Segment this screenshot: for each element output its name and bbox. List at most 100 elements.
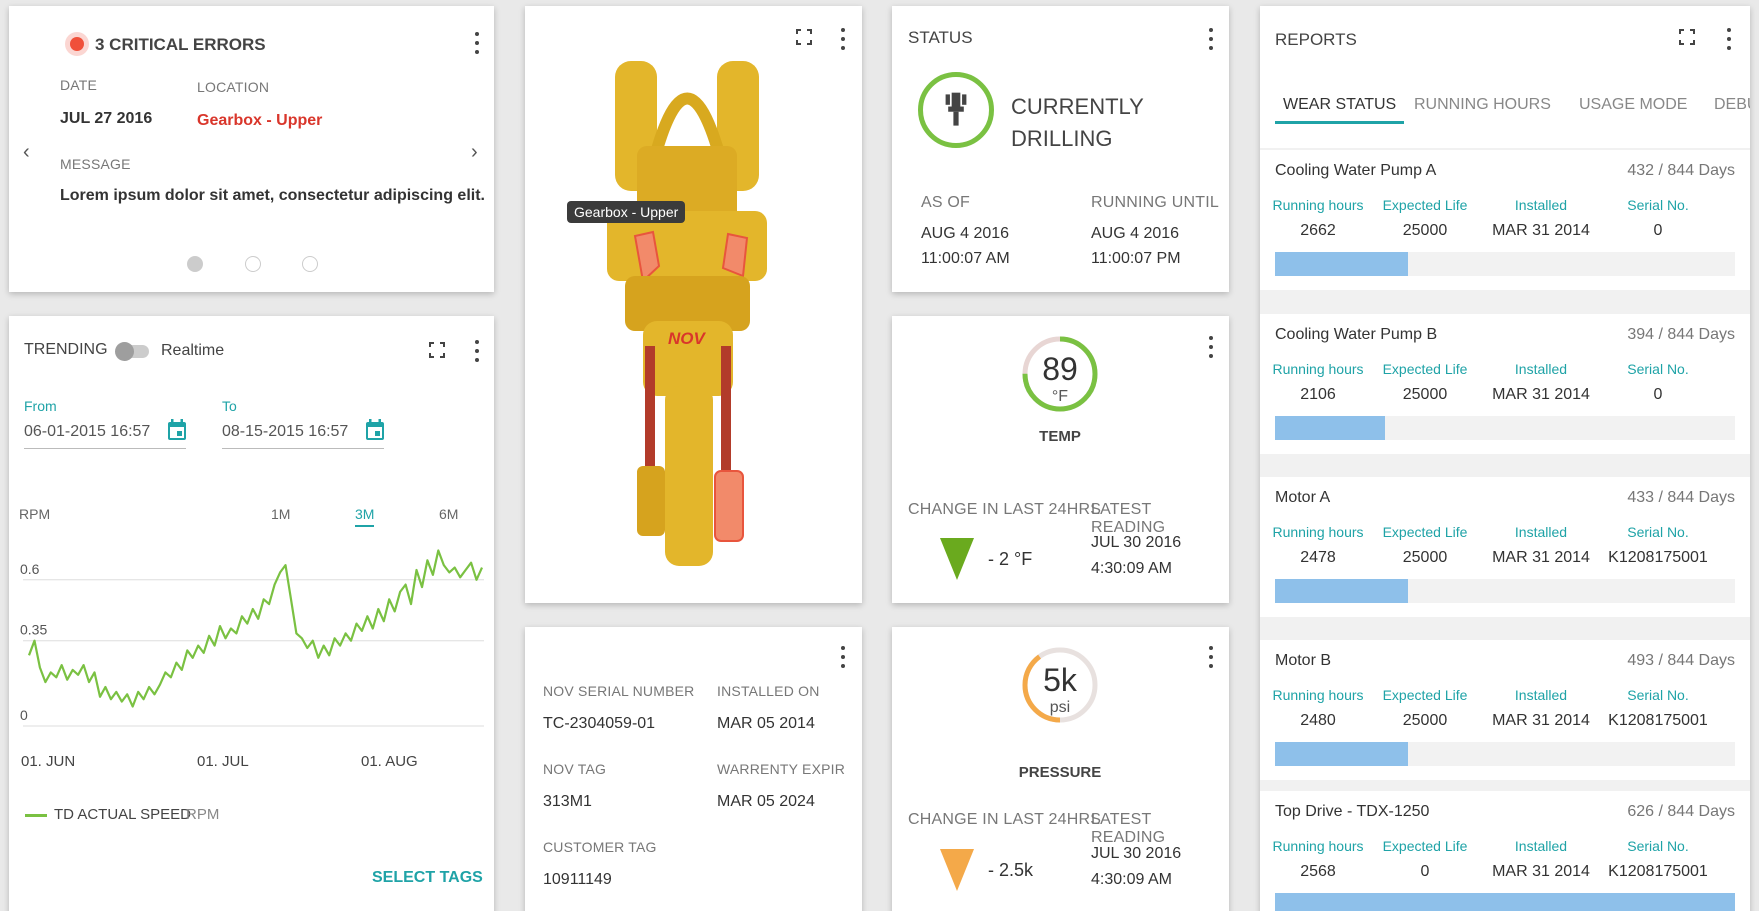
wear-progress-fill bbox=[1275, 742, 1409, 766]
errors-menu-icon[interactable] bbox=[474, 32, 480, 54]
report-column-header: Expected Life bbox=[1382, 361, 1468, 377]
report-column-value: K1208175001 bbox=[1608, 712, 1708, 729]
from-date-input[interactable]: 06-01-2015 16:57 bbox=[24, 419, 186, 449]
report-column-header: Expected Life bbox=[1382, 687, 1468, 703]
temp-latest-time: 4:30:09 AM bbox=[1091, 560, 1172, 577]
reports-menu-icon[interactable] bbox=[1726, 28, 1732, 50]
down-triangle-icon bbox=[940, 849, 974, 891]
report-column-header: Running hours bbox=[1272, 361, 1364, 377]
location-value[interactable]: Gearbox - Upper bbox=[197, 112, 322, 130]
pressure-card: 5k psi PRESSURE CHANGE IN LAST 24HRS LAT… bbox=[892, 627, 1229, 911]
report-column-value: 25000 bbox=[1402, 712, 1448, 729]
trending-title: TRENDING bbox=[24, 341, 108, 358]
component-callout[interactable]: Gearbox - Upper bbox=[567, 201, 686, 223]
wear-progress-track bbox=[1275, 416, 1735, 440]
from-date-value: 06-01-2015 16:57 bbox=[24, 423, 151, 440]
report-item[interactable]: Motor A 433 / 844 Days Running hours 2478 Ex… bbox=[1260, 477, 1750, 617]
temp-menu-icon[interactable] bbox=[1208, 336, 1214, 358]
report-column-value: 0 bbox=[1653, 386, 1663, 403]
range-1m[interactable]: 1M bbox=[271, 506, 290, 522]
report-column-value: MAR 31 2014 bbox=[1492, 386, 1590, 403]
report-column-value: 2662 bbox=[1300, 222, 1336, 239]
report-column-header: Installed bbox=[1514, 197, 1568, 213]
status-title: STATUS bbox=[908, 28, 973, 47]
wear-progress-track bbox=[1275, 579, 1735, 603]
pressure-latest-time: 4:30:09 AM bbox=[1091, 871, 1172, 888]
pressure-menu-icon[interactable] bbox=[1208, 646, 1214, 668]
report-item[interactable]: Top Drive - TDX-1250 626 / 844 Days Runnin… bbox=[1260, 791, 1750, 911]
pager-dot-1[interactable] bbox=[187, 256, 203, 272]
to-date-value: 08-15-2015 16:57 bbox=[222, 423, 349, 440]
customer-tag-value: 10911149 bbox=[543, 871, 612, 888]
report-column-value: 0 bbox=[1653, 222, 1663, 239]
tab-usage-mode[interactable]: USAGE MODE bbox=[1579, 96, 1687, 114]
x-tick-label: 01. AUG bbox=[361, 753, 418, 770]
report-column-value: 0 bbox=[1420, 863, 1430, 880]
report-item-name: Cooling Water Pump A bbox=[1275, 162, 1437, 179]
report-column-header: Running hours bbox=[1272, 687, 1364, 703]
equipment-details-card: NOV SERIAL NUMBER TC-2304059-01 INSTALLE… bbox=[525, 627, 862, 911]
report-column-value: 2480 bbox=[1300, 712, 1336, 729]
report-column-header: Serial No. bbox=[1627, 197, 1689, 213]
temp-latest-label: LATEST READING bbox=[1091, 501, 1166, 536]
wear-progress-fill bbox=[1275, 579, 1409, 603]
pressure-label: PRESSURE bbox=[1018, 764, 1102, 781]
tab-debug[interactable]: DEBUG bbox=[1714, 96, 1750, 114]
report-item[interactable]: Cooling Water Pump A 432 / 844 Days Runnin… bbox=[1260, 150, 1750, 290]
report-item[interactable]: Cooling Water Pump B 394 / 844 Days Runnin… bbox=[1260, 314, 1750, 454]
select-tags-button[interactable]: SELECT TAGS bbox=[372, 869, 483, 887]
as-of-date: AUG 4 2016 bbox=[921, 225, 1010, 242]
expand-icon[interactable] bbox=[429, 342, 445, 358]
report-item[interactable]: Motor B 493 / 844 Days Running hours 2480 Ex… bbox=[1260, 640, 1750, 780]
series-line bbox=[27, 549, 484, 708]
report-column-value: K1208175001 bbox=[1608, 863, 1708, 880]
report-item-name: Cooling Water Pump B bbox=[1275, 326, 1438, 343]
running-until-time: 11:00:07 PM bbox=[1091, 250, 1181, 267]
calendar-icon[interactable] bbox=[365, 419, 385, 441]
installed-value: MAR 05 2014 bbox=[717, 715, 815, 732]
pressure-change-value: - 2.5k bbox=[988, 860, 1034, 880]
tab-running-hours[interactable]: RUNNING HOURS bbox=[1414, 96, 1551, 114]
report-column-value: 2478 bbox=[1300, 549, 1336, 566]
report-column-header: Expected Life bbox=[1382, 838, 1468, 854]
report-column-header: Serial No. bbox=[1627, 838, 1689, 854]
expand-icon[interactable] bbox=[1679, 29, 1695, 45]
from-label: From bbox=[24, 398, 57, 414]
to-date-input[interactable]: 08-15-2015 16:57 bbox=[222, 419, 384, 449]
errors-title: 3 CRITICAL ERRORS bbox=[95, 35, 266, 54]
range-6m[interactable]: 6M bbox=[439, 506, 458, 522]
wear-progress-fill bbox=[1275, 893, 1735, 911]
customer-tag-label: CUSTOMER TAG bbox=[543, 839, 657, 855]
report-item-name: Top Drive - TDX-1250 bbox=[1275, 803, 1430, 820]
details-menu-icon[interactable] bbox=[840, 646, 846, 668]
temp-latest-date: JUL 30 2016 bbox=[1091, 534, 1182, 551]
status-card: STATUS CURRENTLY DRILLING AS OF AUG 4 20… bbox=[892, 6, 1229, 292]
top-drive-image[interactable] bbox=[525, 6, 862, 603]
chevron-left-icon[interactable]: ‹ bbox=[23, 141, 30, 164]
y-axis-label: RPM bbox=[19, 506, 51, 522]
pager-dot-2[interactable] bbox=[245, 256, 261, 272]
calendar-icon[interactable] bbox=[167, 419, 187, 441]
warranty-label: WARRENTY EXPIR bbox=[717, 761, 846, 777]
status-line-1: CURRENTLY bbox=[1011, 94, 1144, 119]
realtime-label: Realtime bbox=[161, 342, 225, 359]
message-value: Lorem ipsum dolor sit amet, consectetur … bbox=[60, 187, 485, 204]
report-column-value: 2568 bbox=[1300, 863, 1336, 880]
status-menu-icon[interactable] bbox=[1208, 28, 1214, 50]
trend-chart: 0 0.35 0.6 01. JUN 01. JUL 01. AUG bbox=[20, 549, 484, 770]
pager-dot-3[interactable] bbox=[302, 256, 318, 272]
report-item-days: 626 / 844 Days bbox=[1627, 803, 1735, 820]
temp-value: 89 bbox=[1042, 351, 1078, 387]
report-column-header: Expected Life bbox=[1382, 197, 1468, 213]
temp-change-value: - 2 °F bbox=[988, 549, 1033, 569]
temp-label: TEMP bbox=[1039, 428, 1081, 445]
realtime-toggle[interactable] bbox=[115, 342, 151, 361]
brand-logo: NOV bbox=[668, 329, 705, 348]
pressure-latest-label: LATEST READING bbox=[1091, 811, 1166, 846]
tab-wear-status[interactable]: WEAR STATUS bbox=[1274, 96, 1405, 124]
pressure-change-label: CHANGE IN LAST 24HRS bbox=[908, 811, 1102, 828]
chevron-right-icon[interactable]: › bbox=[471, 141, 478, 164]
trending-menu-icon[interactable] bbox=[474, 340, 480, 362]
legend-series-name: TD ACTUAL SPEED bbox=[54, 806, 191, 823]
report-column-value: 25000 bbox=[1402, 222, 1448, 239]
